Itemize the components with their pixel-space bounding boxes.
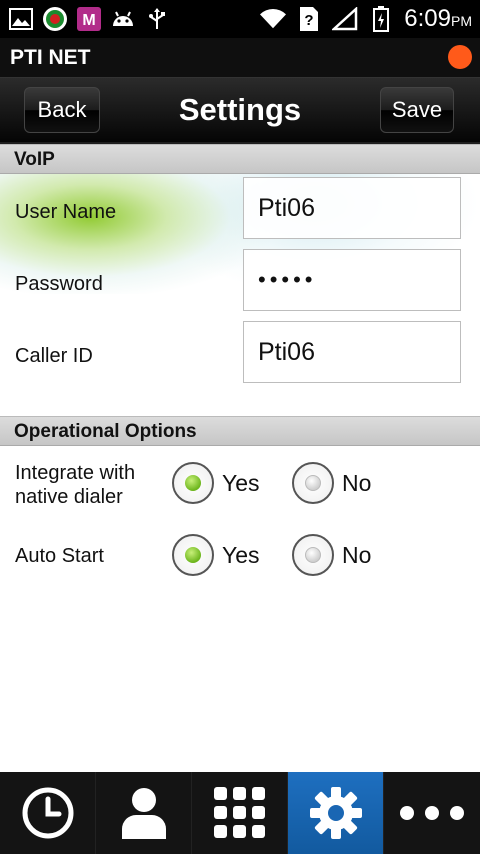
radio-circle[interactable] [292,462,334,504]
section-voip-header: VoIP [0,144,480,174]
integrate-yes-radio[interactable]: Yes [172,462,260,504]
svg-text:?: ? [305,12,314,29]
more-dots-icon [400,806,464,820]
clock-ampm: PM [451,13,472,29]
gallery-icon [8,7,34,31]
app-name: PTI NET [10,46,91,69]
radio-label: No [342,541,372,568]
section-options-header: Operational Options [0,416,480,446]
integrate-dialer-label: Integrate with native dialer [15,461,135,509]
radio-circle[interactable] [292,534,334,576]
integrate-label-line1: Integrate with [15,462,136,484]
autostart-label: Auto Start [15,545,104,567]
signal-icon [332,7,358,31]
callerid-label: Caller ID [15,345,93,367]
party-logo-icon [42,7,68,31]
clock-time: 6:09 [404,5,451,32]
settings-header: Back Settings Save [0,78,480,144]
radio-selected-dot [185,547,201,563]
status-left-icons: M [8,4,170,34]
sim-unknown-icon: ? [296,7,322,31]
battery-icon [368,6,394,32]
svg-text:M: M [82,12,95,29]
username-label: User Name [15,201,117,223]
status-right-icons: ? 6:09PM [260,4,472,34]
radio-selected-dot [185,475,201,491]
m-app-icon: M [76,7,102,31]
callerid-field[interactable]: Pti06 [243,321,461,383]
nav-settings[interactable] [288,772,384,854]
status-indicator-icon [448,45,472,69]
nav-dialpad[interactable] [192,772,288,854]
autostart-yes-radio[interactable]: Yes [172,534,260,576]
dialpad-icon [213,787,265,838]
username-field[interactable]: Pti06 [243,177,461,239]
status-bar: M ? 6:09PM [0,0,480,38]
radio-label: Yes [222,541,260,568]
settings-gear-icon [309,787,362,839]
clock-icon [22,787,73,839]
radio-circle[interactable] [172,534,214,576]
integrate-label-line2: native dialer [15,486,123,508]
autostart-no-radio[interactable]: No [292,534,371,576]
wifi-icon [260,7,287,31]
nav-more[interactable] [384,772,480,854]
password-field[interactable]: ••••• [243,249,461,311]
bottom-navigation [0,772,480,854]
radio-label: No [342,469,372,496]
password-label: Password [15,273,103,295]
settings-content: VoIP User Name Pti06 Password ••••• Call… [0,144,480,772]
nav-contacts[interactable] [96,772,192,854]
radio-unselected-dot [305,547,321,563]
nav-history[interactable] [0,772,96,854]
android-debug-icon [110,7,136,31]
integrate-no-radio[interactable]: No [292,462,371,504]
save-button[interactable]: Save [380,87,454,133]
contact-icon [121,788,166,839]
radio-unselected-dot [305,475,321,491]
app-title-bar: PTI NET [0,38,480,78]
radio-circle[interactable] [172,462,214,504]
usb-icon [144,7,170,31]
radio-label: Yes [222,469,260,496]
status-clock: 6:09PM [404,5,472,33]
